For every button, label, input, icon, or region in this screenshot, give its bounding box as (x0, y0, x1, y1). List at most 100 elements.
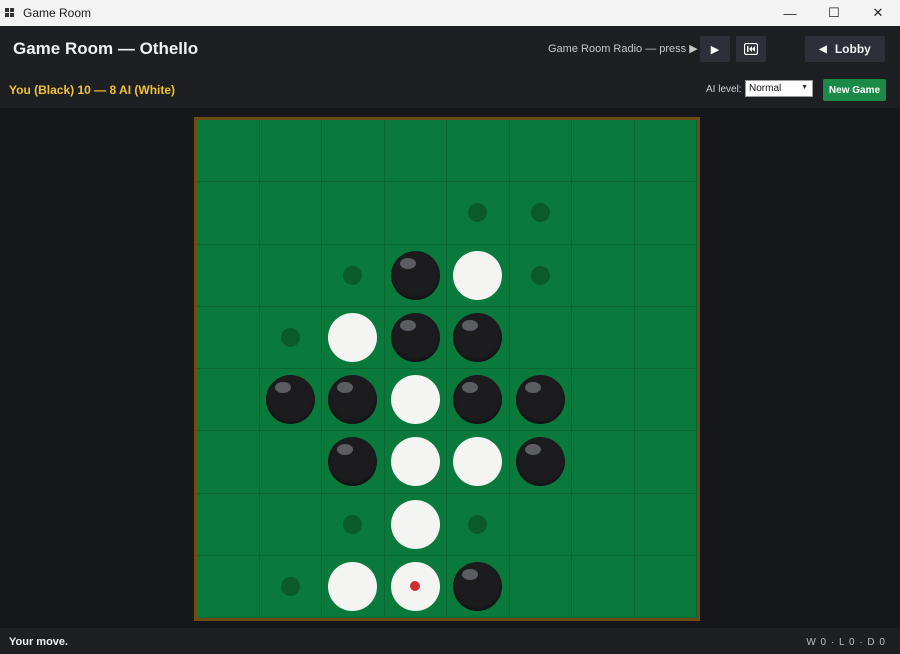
board-cell-r7c2[interactable] (322, 555, 385, 618)
ai-level-select[interactable]: Normal ▼ (745, 80, 813, 97)
maximize-icon[interactable]: ☐ (812, 0, 856, 26)
board-cell-r3c5[interactable] (509, 306, 572, 369)
board-cell-r4c0[interactable] (197, 369, 260, 432)
board-cell-r1c0[interactable] (197, 182, 260, 245)
board-cell-r3c2[interactable] (322, 306, 385, 369)
white-disc (390, 499, 440, 549)
ai-level-value: Normal (749, 83, 782, 94)
board-cell-r5c6[interactable] (572, 431, 635, 494)
board-cell-r2c2[interactable] (322, 244, 385, 307)
board-cell-r5c5[interactable] (509, 431, 572, 494)
board-cell-r4c7[interactable] (634, 369, 697, 432)
board-cell-r4c6[interactable] (572, 369, 635, 432)
board-cell-r3c0[interactable] (197, 306, 260, 369)
board-cell-r6c0[interactable] (197, 493, 260, 556)
board-cell-r0c5[interactable] (509, 120, 572, 183)
last-move-marker (410, 581, 421, 592)
board-cell-r1c6[interactable] (572, 182, 635, 245)
legal-move-hint[interactable] (343, 265, 363, 285)
legal-move-hint[interactable] (468, 514, 488, 534)
board-cell-r1c7[interactable] (634, 182, 697, 245)
legal-move-hint[interactable] (343, 514, 363, 534)
legal-move-hint[interactable] (280, 327, 300, 347)
app-icon (5, 8, 15, 18)
board-cell-r6c6[interactable] (572, 493, 635, 556)
board-cell-r5c0[interactable] (197, 431, 260, 494)
board-cell-r6c3[interactable] (384, 493, 447, 556)
board-cell-r0c2[interactable] (322, 120, 385, 183)
window-title-bar: Game Room — ☐ ✕ (0, 0, 900, 27)
board-cell-r5c2[interactable] (322, 431, 385, 494)
header: Game Room — Othello Game Room Radio — pr… (0, 26, 900, 108)
minimize-icon[interactable]: — (768, 0, 812, 26)
board-cell-r0c6[interactable] (572, 120, 635, 183)
board-cell-r1c1[interactable] (259, 182, 322, 245)
board-cell-r1c2[interactable] (322, 182, 385, 245)
board-cell-r4c4[interactable] (447, 369, 510, 432)
board-cell-r6c5[interactable] (509, 493, 572, 556)
board-cell-r1c5[interactable] (509, 182, 572, 245)
play-icon: ▶ (710, 43, 720, 56)
board-cell-r7c1[interactable] (259, 555, 322, 618)
board-cell-r2c7[interactable] (634, 244, 697, 307)
legal-move-hint[interactable] (468, 203, 488, 223)
board-cell-r4c1[interactable] (259, 369, 322, 432)
board-cell-r6c1[interactable] (259, 493, 322, 556)
lobby-button[interactable]: ◀ Lobby (805, 36, 885, 62)
black-disc (453, 561, 503, 611)
legal-move-hint[interactable] (530, 265, 550, 285)
board-cell-r6c7[interactable] (634, 493, 697, 556)
back-arrow-icon: ◀ (819, 43, 827, 55)
board-cell-r2c1[interactable] (259, 244, 322, 307)
board-cell-r4c3[interactable] (384, 369, 447, 432)
board-cell-r5c7[interactable] (634, 431, 697, 494)
board-cell-r4c2[interactable] (322, 369, 385, 432)
board-cell-r5c3[interactable] (384, 431, 447, 494)
white-disc (390, 561, 440, 611)
board-cell-r7c0[interactable] (197, 555, 260, 618)
board-cell-r5c1[interactable] (259, 431, 322, 494)
close-icon[interactable]: ✕ (856, 0, 900, 26)
board-cell-r0c7[interactable] (634, 120, 697, 183)
black-disc (265, 375, 315, 425)
white-disc (453, 250, 503, 300)
ai-level-label: AI level: (706, 84, 742, 95)
board-cell-r3c4[interactable] (447, 306, 510, 369)
board-cell-r2c5[interactable] (509, 244, 572, 307)
board-cell-r7c6[interactable] (572, 555, 635, 618)
board-cell-r7c4[interactable] (447, 555, 510, 618)
radio-skip-button[interactable] (736, 36, 766, 62)
board-cell-r0c1[interactable] (259, 120, 322, 183)
board-cell-r2c4[interactable] (447, 244, 510, 307)
board-cell-r5c4[interactable] (447, 431, 510, 494)
board-cell-r1c4[interactable] (447, 182, 510, 245)
board-cell-r6c2[interactable] (322, 493, 385, 556)
black-disc (453, 375, 503, 425)
board-cell-r3c1[interactable] (259, 306, 322, 369)
white-disc (390, 437, 440, 487)
black-disc (453, 312, 503, 362)
board-cell-r0c0[interactable] (197, 120, 260, 183)
legal-move-hint[interactable] (530, 203, 550, 223)
play-button[interactable]: ▶ (700, 36, 730, 62)
board-cell-r4c5[interactable] (509, 369, 572, 432)
board-cell-r3c3[interactable] (384, 306, 447, 369)
board-cell-r1c3[interactable] (384, 182, 447, 245)
board-cell-r2c6[interactable] (572, 244, 635, 307)
new-game-button[interactable]: New Game (823, 79, 886, 101)
board-cell-r7c3[interactable] (384, 555, 447, 618)
board-cell-r3c6[interactable] (572, 306, 635, 369)
board-cell-r2c0[interactable] (197, 244, 260, 307)
black-disc (515, 437, 565, 487)
board-cell-r3c7[interactable] (634, 306, 697, 369)
board-cell-r0c4[interactable] (447, 120, 510, 183)
board-cell-r0c3[interactable] (384, 120, 447, 183)
board-cell-r7c7[interactable] (634, 555, 697, 618)
lobby-label: Lobby (834, 42, 871, 56)
legal-move-hint[interactable] (280, 576, 300, 596)
board-cell-r6c4[interactable] (447, 493, 510, 556)
black-disc (328, 437, 378, 487)
board-cell-r7c5[interactable] (509, 555, 572, 618)
status-bar: Your move. W 0 · L 0 · D 0 (0, 628, 900, 654)
board-cell-r2c3[interactable] (384, 244, 447, 307)
